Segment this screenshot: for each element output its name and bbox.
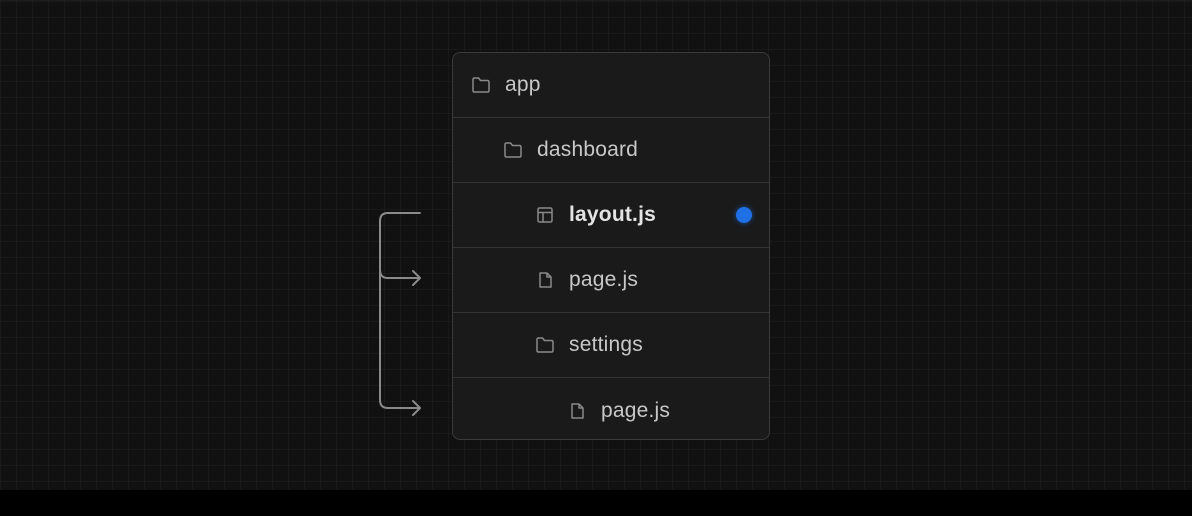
- tree-row-layout-js[interactable]: layout.js: [453, 183, 769, 248]
- tree-row-app[interactable]: app: [453, 53, 769, 118]
- folder-icon: [503, 140, 523, 160]
- layout-connector-arrows: [379, 212, 421, 416]
- file-icon: [567, 401, 587, 421]
- diagram-canvas: app dashboard layout.js page.js settings…: [0, 0, 1192, 491]
- tree-row-settings[interactable]: settings: [453, 313, 769, 378]
- tree-row-settings-page-js[interactable]: page.js: [453, 378, 769, 439]
- tree-row-label: settings: [569, 333, 643, 356]
- tree-row-label: app: [505, 73, 541, 96]
- tree-row-label: page.js: [569, 268, 639, 291]
- folder-icon: [471, 75, 491, 95]
- tree-row-label: page.js: [601, 398, 671, 422]
- connector-bracket: [379, 212, 421, 409]
- folder-icon: [535, 335, 555, 355]
- bottom-bar: [0, 490, 1192, 516]
- layout-icon: [535, 205, 555, 225]
- file-icon: [535, 270, 555, 290]
- active-indicator-dot: [736, 207, 752, 223]
- file-tree: app dashboard layout.js page.js settings…: [452, 52, 770, 440]
- tree-row-page-js[interactable]: page.js: [453, 248, 769, 313]
- tree-row-label: layout.js: [569, 203, 656, 226]
- tree-row-label: dashboard: [537, 138, 639, 161]
- tree-row-dashboard[interactable]: dashboard: [453, 118, 769, 183]
